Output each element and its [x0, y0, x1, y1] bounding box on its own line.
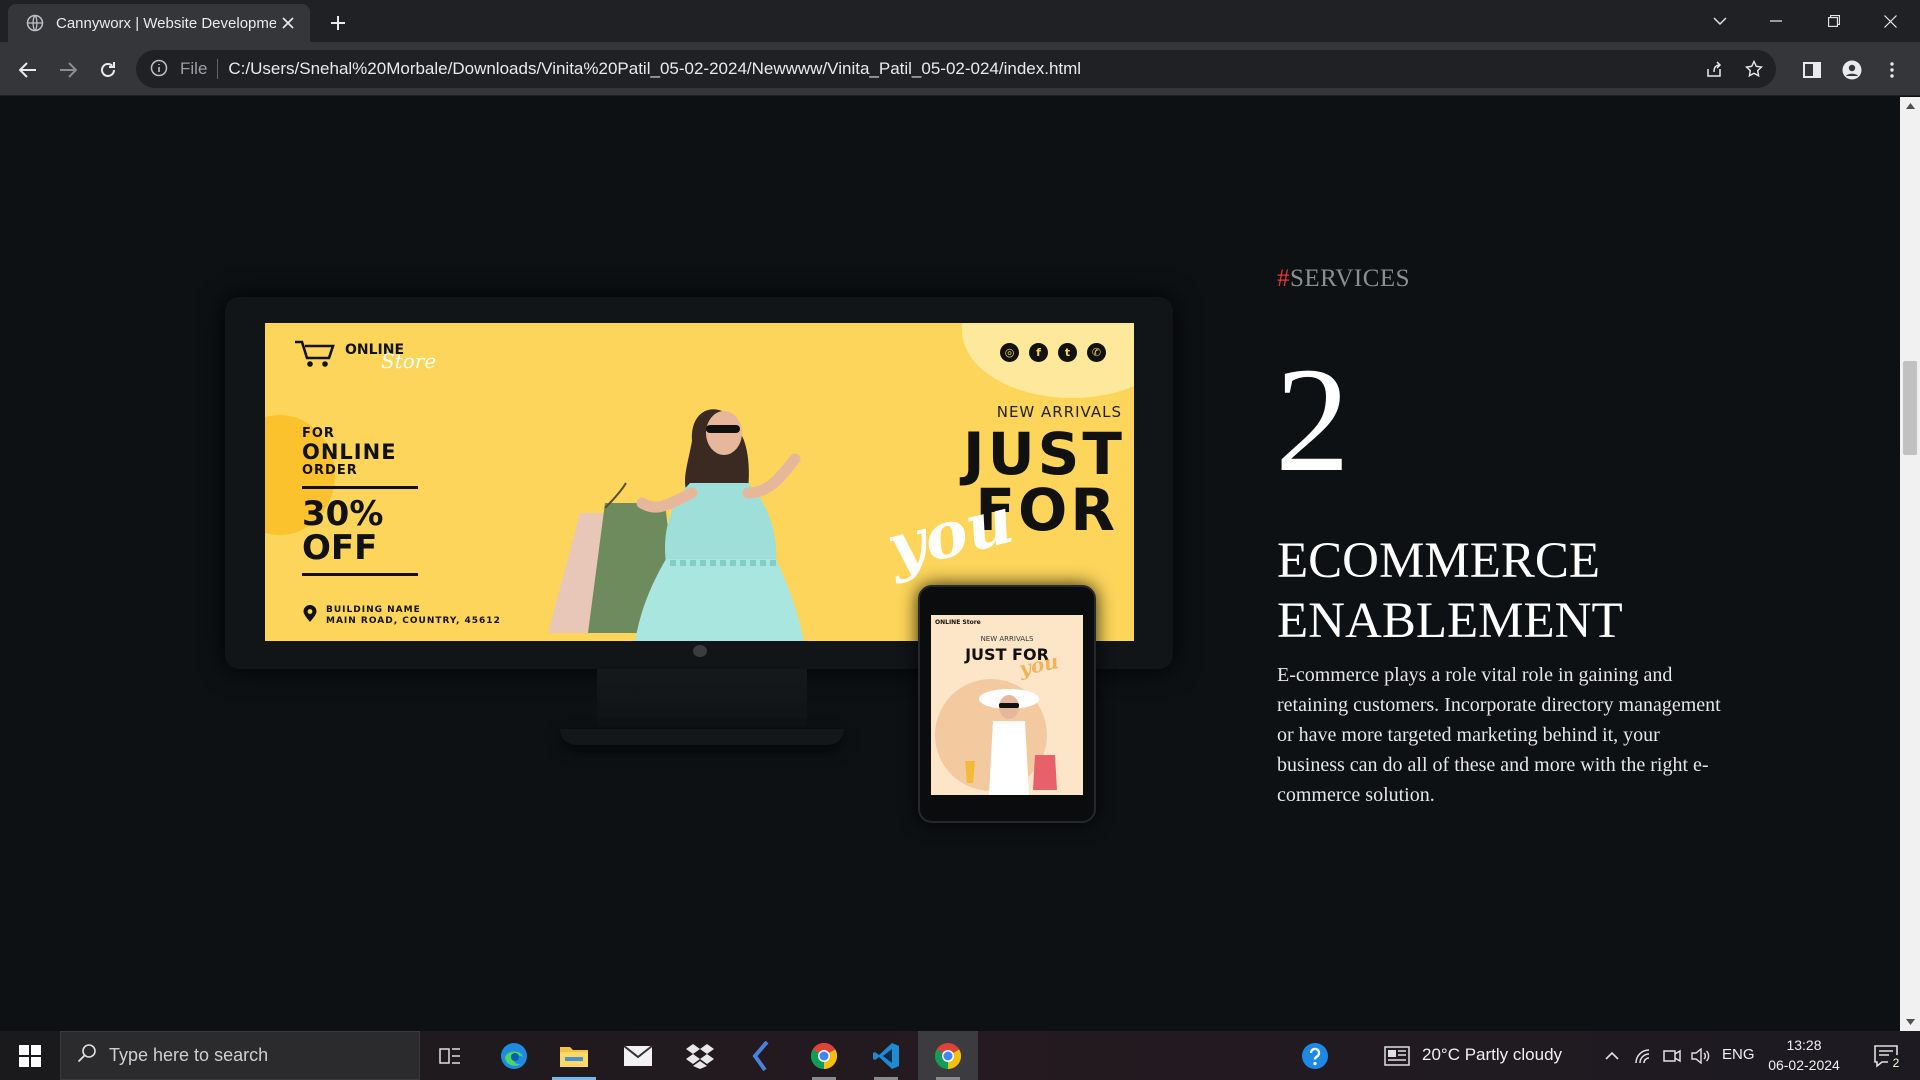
- address-bar[interactable]: File C:/Users/Snehal%20Morbale/Downloads…: [136, 50, 1776, 88]
- phone-mockup: ONLINE Store NEW ARRIVALS JUST FOR you: [918, 585, 1096, 823]
- scroll-up-arrow-icon[interactable]: [1900, 97, 1920, 115]
- network-icon[interactable]: [1630, 1031, 1656, 1080]
- profile-icon[interactable]: [1836, 54, 1868, 86]
- chrome-profile-icon[interactable]: [794, 1031, 854, 1080]
- url-scheme-label: File: [180, 59, 208, 78]
- offer-order-text: ORDER: [302, 463, 358, 479]
- browser-tab-bar: Cannyworx | Website Development: [0, 0, 1920, 42]
- offer-for-text: FOR: [302, 426, 335, 441]
- volume-icon[interactable]: [1688, 1031, 1714, 1080]
- offer-block: FOR ONLINE ORDER 30% OFF: [302, 426, 418, 584]
- whatsapp-icon: ✆: [1087, 343, 1106, 362]
- search-icon: [77, 1043, 97, 1068]
- just-headline: JUST: [962, 420, 1125, 488]
- offer-divider-bottom: [302, 573, 418, 577]
- globe-icon: [26, 14, 44, 32]
- monitor-logo-icon: [693, 645, 707, 657]
- twitter-icon: t: [1058, 343, 1077, 362]
- share-icon[interactable]: [1696, 50, 1732, 88]
- page-viewport: ONLINE Store ◎ f t ✆ FOR ONLINE ORDER 30…: [0, 97, 1900, 1031]
- search-placeholder: Type here to search: [109, 1045, 269, 1065]
- help-icon[interactable]: [1298, 1031, 1332, 1080]
- weather-news-icon[interactable]: [1382, 1031, 1412, 1080]
- language-indicator[interactable]: ENG: [1722, 1046, 1755, 1063]
- windows-start-icon[interactable]: [0, 1031, 60, 1080]
- store-logo-script: Store: [381, 348, 437, 373]
- facebook-icon: f: [1029, 343, 1048, 362]
- chrome-icon[interactable]: [918, 1031, 978, 1080]
- browser-tab[interactable]: Cannyworx | Website Development: [8, 4, 310, 42]
- windows-taskbar: Type here to search 20°C Partly cloudy E…: [0, 1031, 1920, 1080]
- scrollbar-thumb[interactable]: [1903, 361, 1917, 455]
- close-tab-icon[interactable]: [276, 11, 300, 35]
- edge-browser-icon[interactable]: [484, 1031, 544, 1080]
- service-description: E-commerce plays a role vital role in ga…: [1277, 664, 1721, 806]
- offer-off-text: OFF: [302, 528, 378, 569]
- minimize-icon[interactable]: [1756, 6, 1796, 36]
- info-icon[interactable]: [150, 59, 170, 79]
- offer-online-text: ONLINE: [302, 440, 397, 464]
- service-heading: ECOMMERCE ENABLEMENT: [1277, 531, 1797, 651]
- phone-screen: ONLINE Store NEW ARRIVALS JUST FOR you: [931, 615, 1083, 795]
- page-scrollbar[interactable]: [1900, 97, 1920, 1031]
- chevron-up-icon[interactable]: [1600, 1031, 1624, 1080]
- more-menu-icon[interactable]: [1876, 54, 1908, 86]
- browser-toolbar: File C:/Users/Snehal%20Morbale/Downloads…: [0, 42, 1920, 96]
- service-heading-line-1: ECOMMERCE: [1277, 533, 1601, 589]
- restore-icon[interactable]: [1814, 6, 1854, 36]
- section-tag-label: SERVICES: [1290, 265, 1411, 292]
- model-illustration: [548, 409, 804, 641]
- meet-now-icon[interactable]: [1660, 1031, 1684, 1080]
- offer-divider: [302, 486, 418, 490]
- clock-time: 13:28: [1786, 1037, 1822, 1053]
- instagram-icon: ◎: [1000, 343, 1019, 362]
- monitor-stand-base: [560, 729, 844, 745]
- taskbar-clock[interactable]: 13:28 06-02-2024: [1756, 1035, 1852, 1075]
- vscode-icon[interactable]: [856, 1031, 916, 1080]
- weather-text[interactable]: 20°C Partly cloudy: [1422, 1045, 1562, 1065]
- url-text[interactable]: C:/Users/Snehal%20Morbale/Downloads/Vini…: [228, 59, 1081, 79]
- notification-center-icon[interactable]: 2: [1866, 1031, 1906, 1080]
- shopping-cart-icon: [293, 339, 337, 374]
- offer-percent: 30%: [302, 494, 384, 535]
- dropbox-icon[interactable]: [670, 1031, 730, 1080]
- forward-arrow-icon[interactable]: [52, 54, 84, 86]
- section-tag-hash: #: [1277, 265, 1290, 292]
- bookmark-star-icon[interactable]: [1736, 50, 1772, 88]
- back-arrow-icon[interactable]: [12, 54, 44, 86]
- mail-icon[interactable]: [608, 1031, 668, 1080]
- location-pin-icon: [302, 605, 318, 627]
- phone-model-illustration: [935, 679, 1057, 795]
- file-explorer-icon[interactable]: [544, 1031, 604, 1080]
- service-heading-line-2: ENABLEMENT: [1277, 593, 1623, 649]
- section-tag: #SERVICES: [1277, 265, 1410, 293]
- scroll-down-arrow-icon[interactable]: [1900, 1013, 1920, 1031]
- social-icons: ◎ f t ✆: [1000, 343, 1106, 362]
- side-panel-icon[interactable]: [1796, 54, 1828, 86]
- close-window-icon[interactable]: [1870, 6, 1910, 36]
- service-number: 2: [1275, 337, 1350, 503]
- new-tab-button[interactable]: [324, 9, 352, 37]
- taskbar-search-box[interactable]: Type here to search: [60, 1031, 420, 1080]
- store-logo: ONLINE Store: [293, 339, 436, 374]
- monitor-stand: [597, 669, 807, 729]
- reload-icon[interactable]: [92, 54, 124, 86]
- new-arrivals-text: NEW ARRIVALS: [996, 403, 1122, 421]
- tab-title: Cannyworx | Website Development: [56, 14, 276, 32]
- vs-dev-app-icon[interactable]: [732, 1031, 792, 1080]
- task-view-icon[interactable]: [420, 1031, 480, 1080]
- url-divider: [217, 59, 219, 79]
- tab-search-chevron-icon[interactable]: [1700, 6, 1740, 36]
- clock-date: 06-02-2024: [1768, 1057, 1840, 1073]
- notification-count-badge: 2: [1888, 1055, 1904, 1071]
